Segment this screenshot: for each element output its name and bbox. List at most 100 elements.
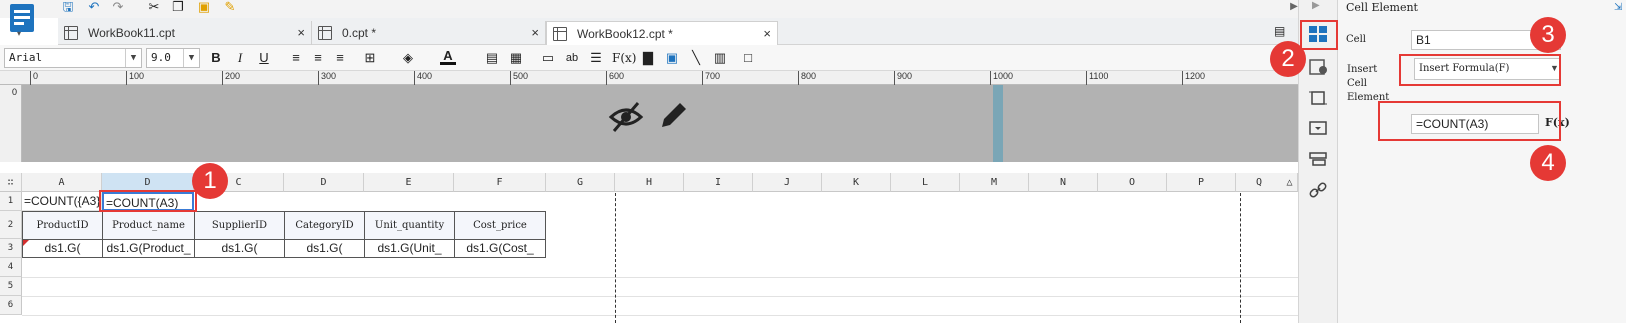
panel-title: Cell Element — [1346, 1, 1418, 14]
data-cell[interactable]: ds1.G( — [22, 239, 103, 258]
table-icon — [318, 26, 332, 40]
font-color-icon[interactable]: A — [440, 49, 456, 65]
cell-element-panel: Cell Element ⇲ Cell B1 Insert Cell Eleme… — [1338, 0, 1626, 323]
tab-0-cpt[interactable]: 0.cpt * × — [312, 21, 546, 45]
collapse-arrow-icon[interactable]: ▶ — [1312, 0, 1320, 11]
column-header[interactable]: L — [891, 173, 960, 192]
font-size-select[interactable]: 9.0 ▼ — [146, 48, 200, 68]
fill-color-icon[interactable]: ◈ — [400, 49, 416, 67]
band-divider[interactable] — [993, 85, 1003, 162]
redo-icon[interactable]: ↷ — [110, 0, 126, 14]
condition-attribute-icon[interactable] — [1308, 150, 1328, 168]
undo-icon[interactable]: ↶ — [86, 0, 102, 14]
tab-bar: WorkBook11.cpt × 0.cpt * × WorkBook12.cp… — [58, 18, 1298, 45]
ruler-tick: 900 — [894, 71, 912, 85]
row-header[interactable]: 3 — [0, 239, 22, 258]
data-cell[interactable]: ds1.G(Unit_ — [364, 239, 455, 258]
format-painter-icon[interactable]: ✎ — [222, 0, 238, 14]
vertical-ruler-tick: 0 — [12, 87, 18, 97]
save-icon[interactable]: 🖫 — [60, 0, 76, 14]
header-cell[interactable]: ProductID — [22, 211, 103, 240]
cell-attribute-icon[interactable] — [1308, 58, 1328, 76]
close-icon[interactable]: × — [763, 22, 771, 46]
column-header[interactable]: I — [684, 173, 753, 192]
data-cell[interactable]: ds1.G( — [194, 239, 285, 258]
cell-a1[interactable]: =COUNT({A3} — [22, 192, 102, 211]
header-cell[interactable]: CategoryID — [284, 211, 365, 240]
align-center-icon[interactable]: ≡ — [310, 49, 326, 67]
ruler-tick: 0 — [30, 71, 38, 85]
underline-icon[interactable]: U — [256, 49, 272, 67]
border-crop-icon[interactable] — [1308, 89, 1328, 107]
font-name-select[interactable]: Arial ▼ — [4, 48, 142, 68]
close-icon[interactable]: × — [297, 21, 305, 45]
hyperlink-icon[interactable] — [1308, 181, 1328, 199]
callout-box-2 — [1300, 20, 1338, 50]
row-header[interactable]: 6 — [0, 296, 22, 315]
image-icon[interactable]: ▣ — [664, 49, 680, 67]
row-header[interactable]: 2 (H) — [0, 211, 22, 258]
align-right-icon[interactable]: ≡ — [332, 49, 348, 67]
cut-icon[interactable]: ✂ — [146, 0, 162, 14]
row-header[interactable]: 4 — [0, 258, 22, 277]
data-cell[interactable]: ds1.G(Product_ — [102, 239, 195, 258]
cell-label: Cell — [1346, 34, 1366, 45]
grid-line — [22, 315, 1298, 316]
callout-box-3 — [1399, 54, 1561, 86]
column-header[interactable]: D — [284, 173, 364, 192]
border-icon[interactable]: ⊞ — [362, 49, 378, 67]
ruler-tick: 1000 — [990, 71, 1013, 85]
column-header[interactable]: E — [364, 173, 454, 192]
pin-icon[interactable]: ⇲ — [1614, 2, 1622, 13]
italic-icon[interactable]: I — [232, 49, 248, 67]
column-header[interactable]: H — [615, 173, 684, 192]
text-icon[interactable]: ab — [564, 49, 580, 67]
tab-menu-icon[interactable]: ▤ — [1274, 24, 1285, 38]
copy-icon[interactable]: ❐ — [170, 0, 186, 14]
row-header[interactable]: 1 (H) — [0, 192, 22, 225]
ruler-tick: 600 — [606, 71, 624, 85]
chart-icon[interactable]: ▇ — [640, 49, 656, 67]
ruler-tick: 300 — [318, 71, 336, 85]
header-cell[interactable]: Product_name — [102, 211, 195, 240]
formula-icon[interactable]: F(x) — [612, 49, 636, 67]
column-header[interactable]: Q — [1236, 173, 1282, 192]
column-header[interactable]: P — [1167, 173, 1236, 192]
paste-icon[interactable]: ▣ — [196, 0, 212, 14]
insert-row-icon[interactable]: ▭ — [540, 49, 556, 67]
hidden-eye-icon[interactable] — [608, 101, 644, 133]
data-cell[interactable]: ds1.G( — [284, 239, 365, 258]
slash-icon[interactable]: ╲ — [688, 49, 704, 67]
column-header[interactable]: N — [1029, 173, 1098, 192]
header-cell[interactable]: SupplierID — [194, 211, 285, 240]
close-icon[interactable]: × — [531, 21, 539, 45]
tab-workbook12[interactable]: WorkBook12.cpt * × — [546, 21, 778, 45]
column-header[interactable]: K — [822, 173, 891, 192]
column-header[interactable]: G — [546, 173, 615, 192]
column-header[interactable]: F — [454, 173, 546, 192]
column-header[interactable]: J — [753, 173, 822, 192]
bold-icon[interactable]: B — [208, 49, 224, 67]
subreport-icon[interactable]: ▥ — [712, 49, 728, 67]
unmerge-cells-icon[interactable]: ▦ — [508, 49, 524, 67]
row-header[interactable]: 5 — [0, 277, 22, 296]
widget-dropdown-icon[interactable] — [1308, 119, 1328, 137]
merge-cells-icon[interactable]: ▤ — [484, 49, 500, 67]
pencil-icon[interactable] — [658, 99, 690, 131]
report-designer-icon[interactable]: ▾ — [8, 2, 38, 36]
float-element-icon[interactable]: □ — [740, 49, 756, 67]
rich-text-icon[interactable]: ☰ — [588, 49, 604, 67]
column-header[interactable]: A — [22, 173, 102, 192]
tab-workbook11[interactable]: WorkBook11.cpt × — [58, 21, 312, 45]
column-header[interactable]: O — [1098, 173, 1167, 192]
scroll-up-icon[interactable]: △ — [1282, 173, 1298, 192]
align-left-icon[interactable]: ≡ — [288, 49, 304, 67]
header-cell[interactable]: Cost_price — [454, 211, 546, 240]
header-cell[interactable]: Unit_quantity — [364, 211, 455, 240]
chevron-down-icon[interactable]: ▼ — [125, 49, 141, 67]
data-cell[interactable]: ds1.G(Cost_ — [454, 239, 546, 258]
chevron-down-icon[interactable]: ▼ — [183, 49, 199, 67]
column-header[interactable]: M — [960, 173, 1029, 192]
horizontal-ruler: 0 100 200 300 400 500 600 700 800 900 10… — [0, 71, 1298, 85]
select-all-corner[interactable]: ∷ — [0, 173, 22, 192]
